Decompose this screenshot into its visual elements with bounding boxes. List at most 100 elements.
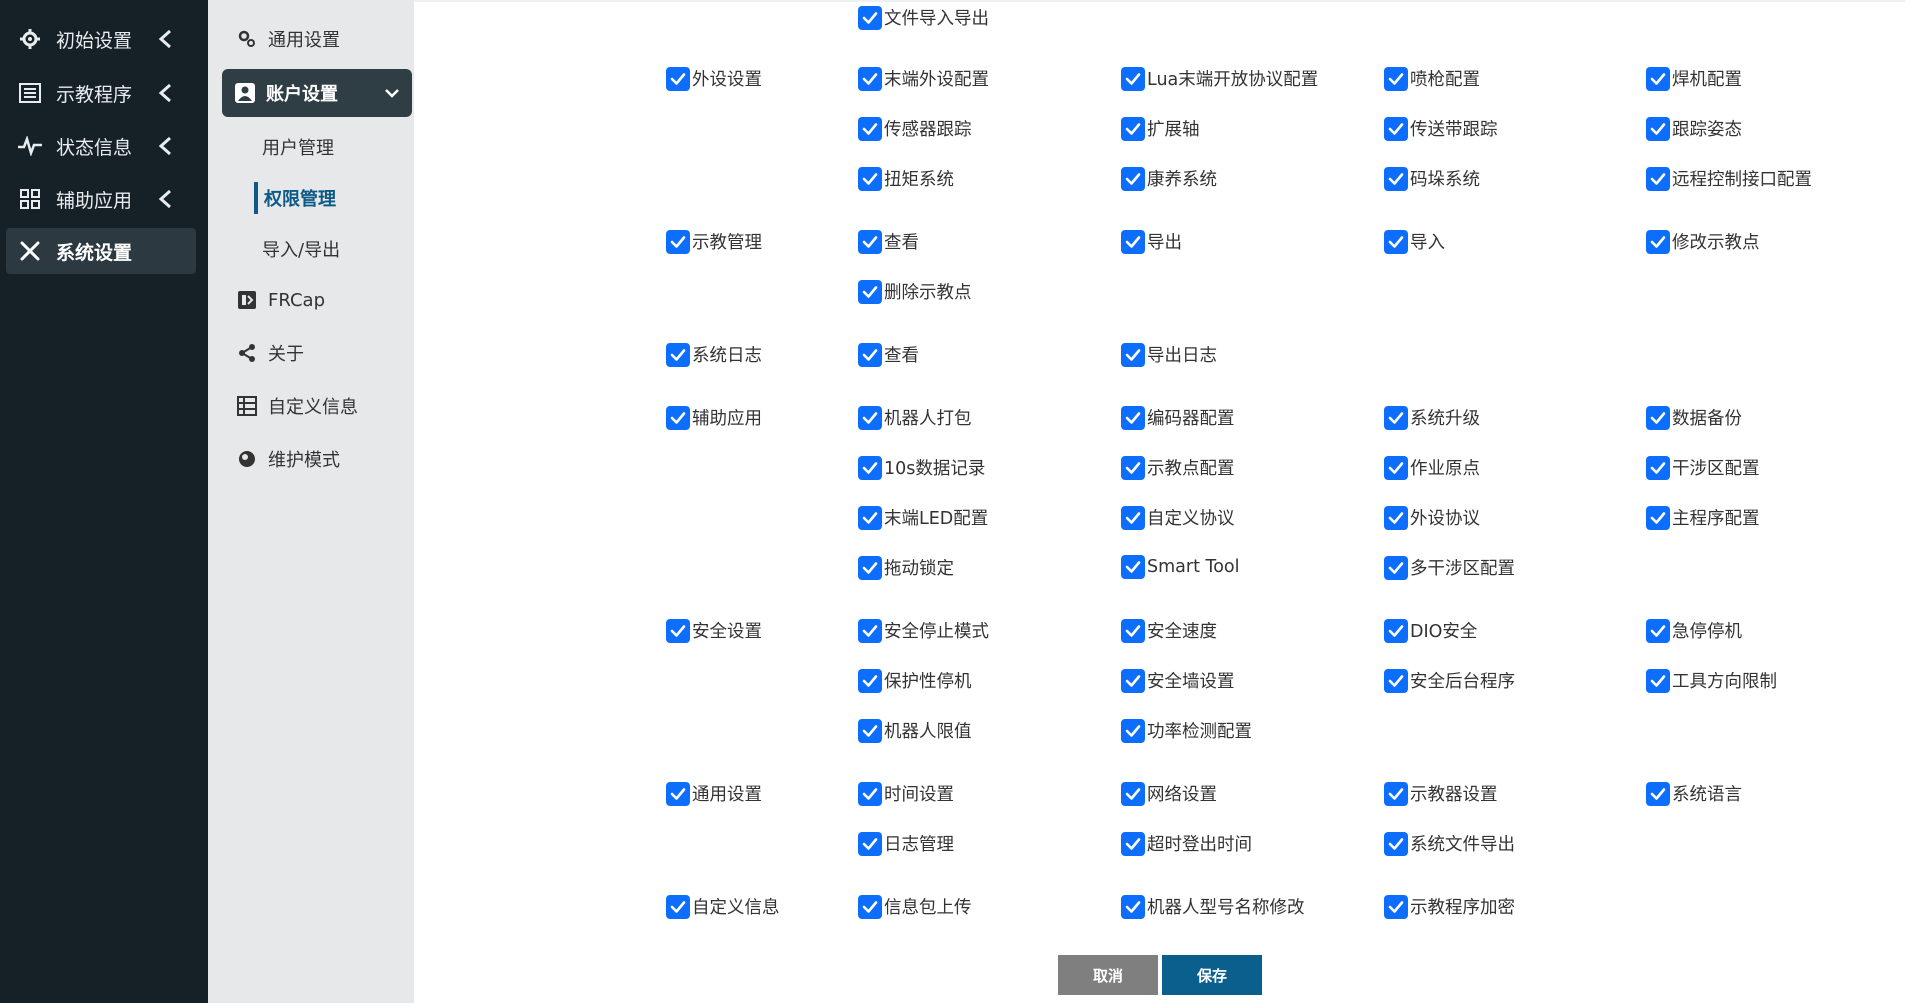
- checkbox-checked-icon: [858, 405, 882, 430]
- permission-checkbox[interactable]: 查看: [858, 229, 919, 254]
- checkbox-label: 主程序配置: [1672, 509, 1760, 529]
- permission-checkbox[interactable]: Smart Tool: [1121, 555, 1240, 579]
- permission-checkbox[interactable]: 作业原点: [1384, 455, 1480, 480]
- permission-checkbox[interactable]: 数据备份: [1646, 405, 1742, 430]
- permission-checkbox[interactable]: 传送带跟踪: [1384, 116, 1498, 141]
- checkbox-checked-icon: [1646, 505, 1670, 530]
- permission-checkbox[interactable]: 工具方向限制: [1646, 668, 1777, 693]
- permission-checkbox[interactable]: 示教点配置: [1121, 455, 1235, 480]
- permission-checkbox[interactable]: 焊机配置: [1646, 66, 1742, 91]
- permission-checkbox[interactable]: 信息包上传: [858, 894, 972, 919]
- permission-checkbox[interactable]: 喷枪配置: [1384, 66, 1480, 91]
- permission-checkbox[interactable]: 时间设置: [858, 781, 954, 806]
- permission-checkbox[interactable]: 示教程序加密: [1384, 894, 1515, 919]
- subnav-label: 维护模式: [268, 450, 340, 471]
- permission-checkbox[interactable]: 码垛系统: [1384, 166, 1480, 191]
- permission-group-checkbox[interactable]: 示教管理: [666, 229, 762, 254]
- permission-checkbox[interactable]: 系统升级: [1384, 405, 1480, 430]
- permission-checkbox[interactable]: 扩展轴: [1121, 116, 1200, 141]
- nav-item-initial-settings[interactable]: 初始设置: [6, 16, 196, 62]
- permission-checkbox[interactable]: 日志管理: [858, 831, 954, 856]
- checkbox-label: 示教点配置: [1147, 459, 1235, 479]
- subnav-frcap[interactable]: FRCap: [220, 278, 400, 322]
- permission-checkbox[interactable]: 干涉区配置: [1646, 455, 1760, 480]
- subnav-user-management[interactable]: 用户管理: [256, 131, 334, 163]
- permission-checkbox[interactable]: 导出: [1121, 229, 1182, 254]
- save-button[interactable]: 保存: [1162, 955, 1262, 995]
- permission-checkbox[interactable]: 拖动锁定: [858, 555, 954, 580]
- permission-checkbox[interactable]: 末端外设配置: [858, 66, 989, 91]
- permission-group-checkbox[interactable]: 通用设置: [666, 781, 762, 806]
- permission-checkbox[interactable]: 超时登出时间: [1121, 831, 1252, 856]
- permission-checkbox[interactable]: 远程控制接口配置: [1646, 166, 1812, 191]
- subnav-about[interactable]: 关于: [220, 331, 400, 375]
- permission-checkbox[interactable]: 文件导入导出: [858, 5, 989, 30]
- subnav-maintenance-mode[interactable]: 维护模式: [220, 437, 400, 481]
- checkbox-checked-icon: [858, 555, 882, 580]
- permission-checkbox[interactable]: 示教器设置: [1384, 781, 1498, 806]
- checkbox-label: 安全停止模式: [884, 622, 989, 642]
- permission-checkbox[interactable]: 康养系统: [1121, 166, 1217, 191]
- permission-checkbox[interactable]: 导出日志: [1121, 342, 1217, 367]
- checkbox-label: 查看: [884, 233, 919, 253]
- permission-group-checkbox[interactable]: 外设设置: [666, 66, 762, 91]
- nav-item-status-info[interactable]: 状态信息: [6, 123, 196, 169]
- permission-checkbox[interactable]: 网络设置: [1121, 781, 1217, 806]
- checkbox-checked-icon: [1384, 555, 1408, 580]
- permission-checkbox[interactable]: 传感器跟踪: [858, 116, 972, 141]
- subnav-permission-management[interactable]: 权限管理: [254, 182, 336, 214]
- permission-checkbox[interactable]: DIO安全: [1384, 618, 1477, 643]
- permission-checkbox[interactable]: 机器人限值: [858, 718, 972, 743]
- permission-checkbox[interactable]: 末端LED配置: [858, 505, 988, 530]
- permission-group-checkbox[interactable]: 辅助应用: [666, 405, 762, 430]
- permission-checkbox[interactable]: 急停停机: [1646, 618, 1742, 643]
- permission-checkbox[interactable]: 外设协议: [1384, 505, 1480, 530]
- subnav-custom-info[interactable]: 自定义信息: [220, 384, 400, 428]
- permission-checkbox[interactable]: 主程序配置: [1646, 505, 1760, 530]
- permission-checkbox[interactable]: 安全速度: [1121, 618, 1217, 643]
- checkbox-label: 系统日志: [692, 346, 762, 366]
- permission-group-checkbox[interactable]: 系统日志: [666, 342, 762, 367]
- permission-checkbox[interactable]: 功率检测配置: [1121, 718, 1252, 743]
- checkbox-checked-icon: [858, 505, 882, 530]
- permission-checkbox[interactable]: 机器人打包: [858, 405, 972, 430]
- permission-checkbox[interactable]: 10s数据记录: [858, 455, 985, 480]
- permission-checkbox[interactable]: 扭矩系统: [858, 166, 954, 191]
- permission-checkbox[interactable]: 安全停止模式: [858, 618, 989, 643]
- permission-checkbox[interactable]: 安全后台程序: [1384, 668, 1515, 693]
- permission-checkbox[interactable]: 机器人型号名称修改: [1121, 894, 1305, 919]
- permission-group-checkbox[interactable]: 自定义信息: [666, 894, 780, 919]
- checkbox-label: 导出日志: [1147, 346, 1217, 366]
- permission-checkbox[interactable]: 编码器配置: [1121, 405, 1235, 430]
- permission-checkbox[interactable]: 自定义协议: [1121, 505, 1235, 530]
- nav-item-teach-program[interactable]: 示教程序: [6, 70, 196, 116]
- checkbox-checked-icon: [1384, 405, 1408, 430]
- checkbox-label: 喷枪配置: [1410, 70, 1480, 90]
- checkbox-label: 系统升级: [1410, 409, 1480, 429]
- permission-checkbox[interactable]: Lua末端开放协议配置: [1121, 66, 1318, 91]
- nav-item-aux-apps[interactable]: 辅助应用: [6, 176, 196, 222]
- nav-label: 辅助应用: [56, 189, 133, 212]
- checkbox-checked-icon: [666, 894, 690, 919]
- nav-item-system-settings[interactable]: 系统设置: [6, 228, 196, 274]
- permission-checkbox[interactable]: 安全墙设置: [1121, 668, 1235, 693]
- permission-checkbox[interactable]: 删除示教点: [858, 279, 972, 304]
- checkbox-checked-icon: [1384, 66, 1408, 91]
- permission-checkbox[interactable]: 查看: [858, 342, 919, 367]
- permission-group-checkbox[interactable]: 安全设置: [666, 618, 762, 643]
- permission-checkbox[interactable]: 系统文件导出: [1384, 831, 1515, 856]
- permission-checkbox[interactable]: 修改示教点: [1646, 229, 1760, 254]
- permission-checkbox[interactable]: 导入: [1384, 229, 1445, 254]
- permission-checkbox[interactable]: 保护性停机: [858, 668, 972, 693]
- subnav-general-settings[interactable]: 通用设置: [220, 17, 400, 61]
- permission-checkbox[interactable]: 多干涉区配置: [1384, 555, 1515, 580]
- permission-checkbox[interactable]: 系统语言: [1646, 781, 1742, 806]
- checkbox-label: 传送带跟踪: [1410, 120, 1498, 140]
- checkbox-label: 超时登出时间: [1147, 835, 1252, 855]
- checkbox-label: 远程控制接口配置: [1672, 170, 1812, 190]
- subnav-account-settings[interactable]: 账户设置: [222, 69, 412, 117]
- subnav-import-export[interactable]: 导入/导出: [256, 233, 340, 265]
- checkbox-checked-icon: [1384, 116, 1408, 141]
- permission-checkbox[interactable]: 跟踪姿态: [1646, 116, 1742, 141]
- cancel-button[interactable]: 取消: [1058, 955, 1158, 995]
